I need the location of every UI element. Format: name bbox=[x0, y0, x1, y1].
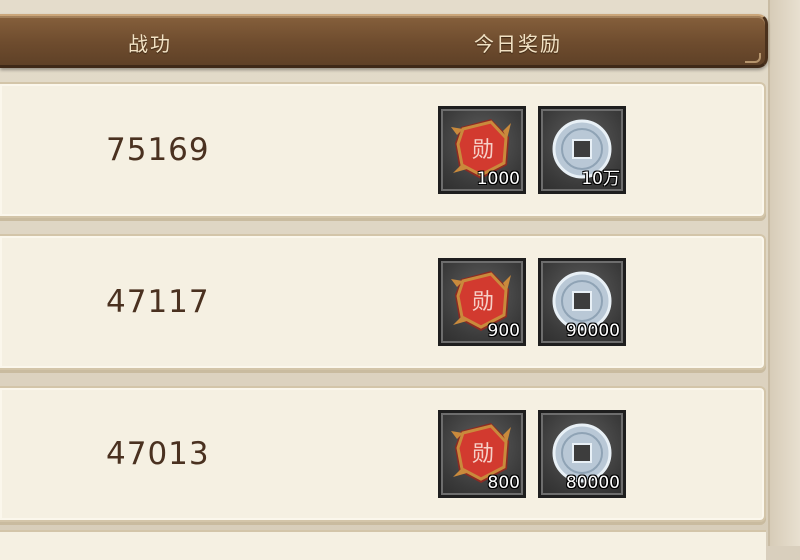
reward-item-medal[interactable]: 勋 1000 bbox=[438, 106, 526, 194]
header-corner-ornament bbox=[745, 53, 761, 63]
table-header: 战功 今日奖励 bbox=[0, 14, 768, 68]
score-value: 75169 bbox=[106, 132, 210, 168]
reward-row-partial bbox=[0, 530, 766, 560]
reward-row: 47117 勋 900 90000 bbox=[0, 234, 766, 370]
score-value: 47013 bbox=[106, 436, 210, 472]
medal-glyph: 勋 bbox=[472, 290, 494, 315]
reward-quantity: 90000 bbox=[565, 321, 620, 341]
reward-quantity: 10万 bbox=[581, 169, 620, 189]
reward-item-coin[interactable]: 80000 bbox=[538, 410, 626, 498]
reward-quantity: 800 bbox=[487, 473, 520, 493]
reward-item-coin[interactable]: 90000 bbox=[538, 258, 626, 346]
medal-glyph: 勋 bbox=[472, 138, 494, 163]
reward-quantity: 1000 bbox=[476, 169, 520, 189]
header-score-label: 战功 bbox=[128, 32, 172, 56]
reward-quantity: 900 bbox=[487, 321, 520, 341]
reward-quantity: 80000 bbox=[565, 473, 620, 493]
header-reward-label: 今日奖励 bbox=[474, 32, 562, 56]
reward-item-coin[interactable]: 10万 bbox=[538, 106, 626, 194]
reward-item-medal[interactable]: 勋 900 bbox=[438, 258, 526, 346]
score-value: 47117 bbox=[106, 284, 210, 320]
medal-glyph: 勋 bbox=[472, 442, 494, 467]
reward-panel: 战功 今日奖励 75169 勋 1000 10万 47117 勋 900 900… bbox=[0, 0, 800, 560]
reward-item-medal[interactable]: 勋 800 bbox=[438, 410, 526, 498]
reward-row: 47013 勋 800 80000 bbox=[0, 386, 766, 522]
reward-row: 75169 勋 1000 10万 bbox=[0, 82, 766, 218]
panel-scroll-edge bbox=[768, 0, 800, 546]
